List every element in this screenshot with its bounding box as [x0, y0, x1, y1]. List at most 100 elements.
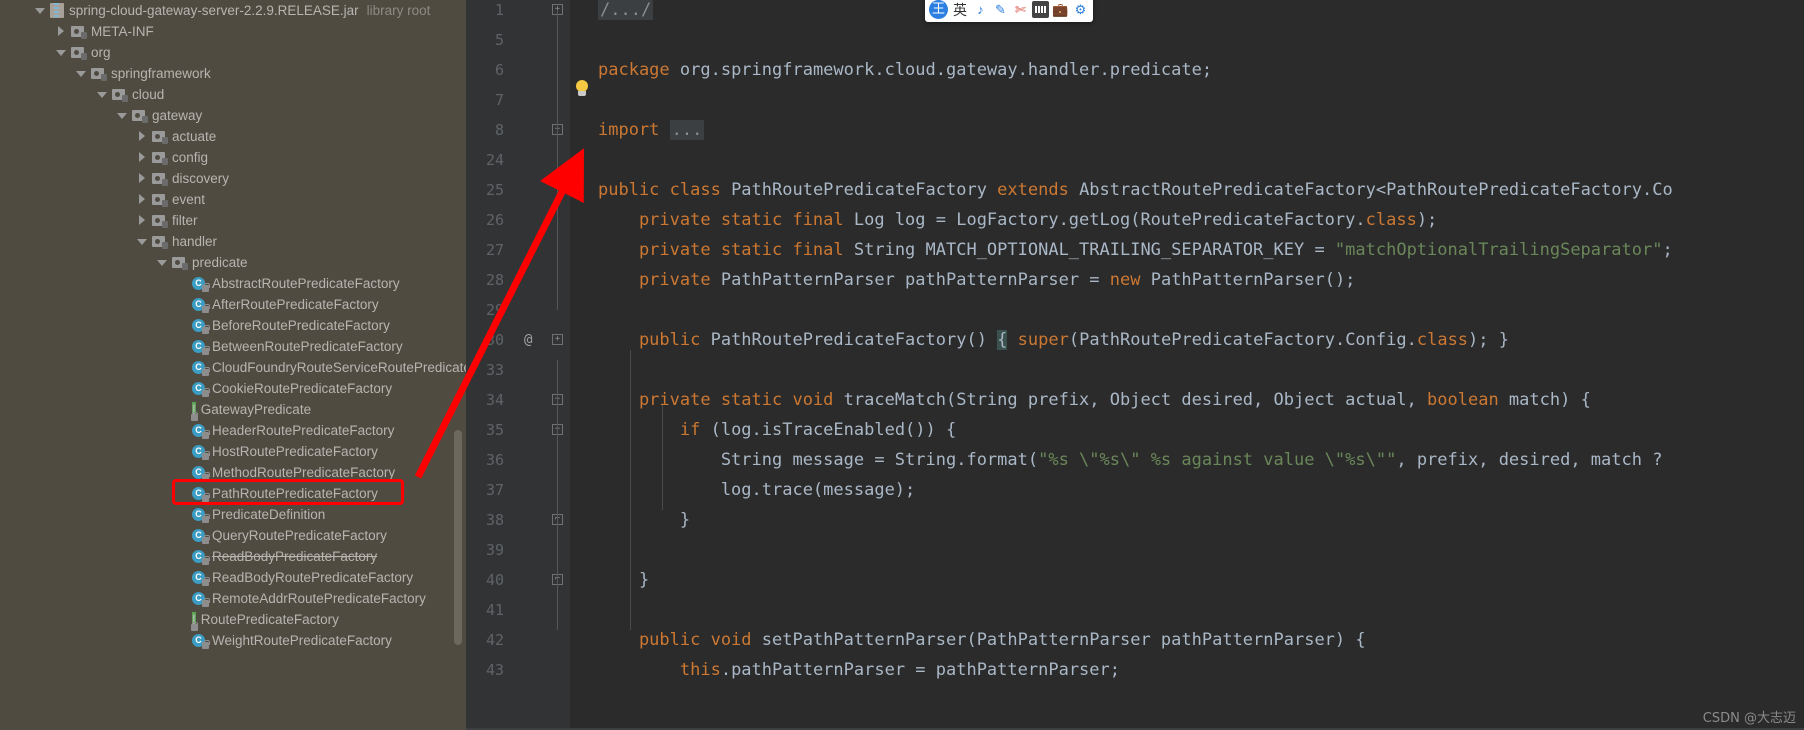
voice-input-icon[interactable]: ♪ [972, 1, 989, 18]
gutter-line-number: 26 [485, 211, 504, 229]
tree-node-weightroutepredicatefactory[interactable]: C WeightRoutePredicateFactory [0, 630, 466, 651]
chevron-right-icon[interactable] [136, 214, 149, 227]
tree-node-hostroutepredicatefactory[interactable]: C HostRoutePredicateFactory [0, 441, 466, 462]
lock-icon [202, 366, 210, 376]
tree-node-readbodypredicatefactory[interactable]: C ReadBodyPredicateFactory [0, 546, 466, 567]
sidebar-scrollbar[interactable] [454, 430, 462, 645]
tree-node-cloudfoundryrouteserviceroutepredicatefactory[interactable]: CCloudFoundryRouteServiceRoutePredicateF… [0, 357, 466, 378]
tree-node-beforeroutepredicatefactory[interactable]: C BeforeRoutePredicateFactory [0, 315, 466, 336]
toolbox-icon[interactable]: 💼 [1052, 1, 1069, 18]
tree-node-headerroutepredicatefactory[interactable]: C HeaderRoutePredicateFactory [0, 420, 466, 441]
code-token-kw: class [1365, 210, 1417, 230]
lock-icon [202, 429, 210, 439]
tree-node-cookieroutepredicatefactory[interactable]: C CookieRoutePredicateFactory [0, 378, 466, 399]
csdn-watermark: CSDN @大志迈 [1702, 711, 1796, 726]
lock-icon [202, 513, 210, 523]
tree-node-methodroutepredicatefactory[interactable]: C MethodRoutePredicateFactory [0, 462, 466, 483]
chinese-ime-toolbar[interactable]: 王 英 ♪ ✎ ✄ 💼 ⚙ [925, 0, 1093, 22]
lock-icon [202, 282, 210, 292]
tree-node-gatewaypredicate[interactable]: I GatewayPredicate [0, 399, 466, 421]
tree-node-routepredicatefactory[interactable]: I RoutePredicateFactory [0, 609, 466, 631]
code-line[interactable]: /.../ [598, 0, 654, 25]
code-editor[interactable]: /.../ package org.springframework.cloud.g… [570, 0, 1804, 730]
intention-bulb-icon[interactable] [574, 80, 590, 98]
tree-node-springframework[interactable]: springframework [0, 63, 466, 84]
chevron-right-icon[interactable] [136, 130, 149, 143]
code-line[interactable]: } [598, 565, 649, 595]
tree-node-handler[interactable]: handler [0, 231, 466, 252]
tree-node-queryroutepredicatefactory[interactable]: C QueryRoutePredicateFactory [0, 525, 466, 546]
tree-node-gateway[interactable]: gateway [0, 105, 466, 126]
sogou-logo-icon[interactable]: 王 [929, 0, 948, 19]
soft-keyboard-icon[interactable] [1032, 1, 1049, 18]
tree-node-abstractroutepredicatefactory[interactable]: C AbstractRoutePredicateFactory [0, 273, 466, 294]
tree-node-predicate[interactable]: predicate [0, 252, 466, 273]
chevron-down-icon[interactable] [55, 46, 68, 59]
project-tree-panel[interactable]: spring-cloud-gateway-server-2.2.9.RELEAS… [0, 0, 466, 730]
code-line[interactable]: public class PathRoutePredicateFactory e… [598, 175, 1673, 205]
chevron-right-icon[interactable] [136, 151, 149, 164]
tree-node-cloud[interactable]: cloud [0, 84, 466, 105]
chevron-down-icon[interactable] [34, 4, 47, 17]
tree-node-betweenroutepredicatefactory[interactable]: C BetweenRoutePredicateFactory [0, 336, 466, 357]
class-icon: C [192, 381, 210, 397]
tree-node-org[interactable]: org [0, 42, 466, 63]
handwriting-pen-icon[interactable]: ✎ [992, 1, 1009, 18]
tree-node-label: CloudFoundryRouteServiceRoutePredicateFa… [212, 360, 466, 375]
code-line[interactable]: package org.springframework.cloud.gatewa… [598, 55, 1212, 85]
code-line[interactable]: private static final String MATCH_OPTION… [598, 235, 1673, 265]
gear-icon[interactable]: ⚙ [1072, 1, 1089, 18]
chevron-right-icon[interactable] [136, 172, 149, 185]
package-icon [152, 172, 168, 186]
code-line[interactable]: private static void traceMatch(String pr… [598, 385, 1591, 415]
tree-node-pathroutepredicatefactory[interactable]: C PathRoutePredicateFactory [0, 483, 466, 504]
code-line[interactable]: public PathRoutePredicateFactory() { sup… [598, 325, 1509, 355]
code-token-def: org.springframework.cloud.gateway.handle… [669, 60, 1213, 80]
chevron-down-icon[interactable] [156, 256, 169, 269]
tree-node-config[interactable]: config [0, 147, 466, 168]
annotation-marker-icon[interactable]: @ [524, 325, 532, 355]
code-token-def: PathPatternParser pathPatternParser = [710, 270, 1110, 290]
code-line[interactable]: } [598, 505, 690, 535]
jar-icon [50, 3, 64, 18]
tree-node-actuate[interactable]: actuate [0, 126, 466, 147]
chevron-down-icon[interactable] [75, 67, 88, 80]
code-line[interactable]: log.trace(message); [598, 475, 915, 505]
chevron-right-icon[interactable] [55, 25, 68, 38]
tree-node-filter[interactable]: filter [0, 210, 466, 231]
chevron-down-icon[interactable] [136, 235, 149, 248]
fold-expand-icon-constructor[interactable]: + [552, 334, 563, 345]
code-token-def: ; [1662, 240, 1673, 260]
class-icon: C [192, 507, 210, 523]
tree-node-afterroutepredicatefactory[interactable]: C AfterRoutePredicateFactory [0, 294, 466, 315]
tree-node-label: AfterRoutePredicateFactory [212, 297, 379, 312]
scissors-screenshot-icon[interactable]: ✄ [1012, 1, 1029, 18]
lock-icon [202, 471, 210, 481]
language-mode-icon[interactable]: 英 [951, 0, 969, 20]
code-line[interactable]: public void setPathPatternParser(PathPat… [598, 625, 1366, 655]
code-token-str: "matchOptionalTrailingSeparator" [1334, 240, 1663, 260]
chevron-down-icon[interactable] [96, 88, 109, 101]
code-line[interactable]: import ... [598, 115, 705, 145]
tree-node-discovery[interactable]: discovery [0, 168, 466, 189]
code-token-def: } [598, 510, 691, 530]
tree-node-remoteaddrroutepredicatefactory[interactable]: C RemoteAddrRoutePredicateFactory [0, 588, 466, 609]
tree-node-readbodyroutepredicatefactory[interactable]: C ReadBodyRoutePredicateFactory [0, 567, 466, 588]
code-line[interactable]: String message = String.format("%s \"%s\… [598, 445, 1663, 475]
code-line[interactable]: if (log.isTraceEnabled()) { [598, 415, 956, 445]
tree-node-event[interactable]: event [0, 189, 466, 210]
editor-gutter[interactable]: 1 5 6 7 8 24 25 26 27 28 29 30 33 34 35 36 37 38 39 40 41 42 4… [466, 0, 570, 730]
chevron-down-icon[interactable] [116, 109, 129, 122]
code-line[interactable]: private PathPatternParser pathPatternPar… [598, 265, 1355, 295]
chevron-right-icon[interactable] [136, 193, 149, 206]
code-line[interactable]: this.pathPatternParser = pathPatternPars… [598, 655, 1120, 685]
tree-node-predicatedefinition[interactable]: C PredicateDefinition [0, 504, 466, 525]
tree-node-meta-inf[interactable]: META-INF [0, 21, 466, 42]
code-line[interactable]: private static final Log log = LogFactor… [598, 205, 1437, 235]
package-badge [81, 53, 87, 60]
code-token-kw: public void [598, 630, 752, 650]
tree-node-spring-cloud-gateway-server-2-2-9-release-jar[interactable]: spring-cloud-gateway-server-2.2.9.RELEAS… [0, 0, 466, 21]
